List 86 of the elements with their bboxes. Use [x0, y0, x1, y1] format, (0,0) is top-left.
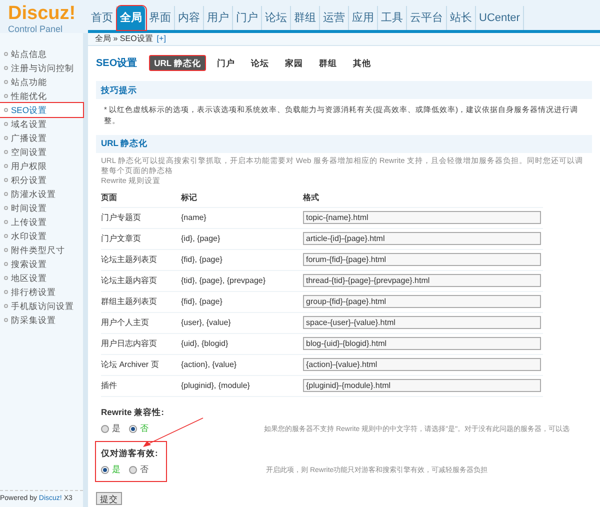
nav-tab[interactable]: 应用	[349, 6, 378, 30]
table-cell: {fid}, {page}	[181, 292, 303, 312]
table-cell: {fid}, {page}	[181, 250, 303, 270]
section-tab[interactable]: URL 静态化	[149, 54, 206, 72]
section-title: URL 静态化	[101, 137, 148, 150]
radio-button[interactable]	[129, 466, 137, 474]
add-link[interactable]: [+]	[156, 33, 166, 45]
nav-tab[interactable]: 界面	[146, 6, 175, 30]
nav-tab[interactable]: UCenter	[476, 6, 524, 30]
nav-tab[interactable]: 用户	[204, 6, 233, 30]
section-tab[interactable]: 论坛	[246, 54, 274, 72]
setting-label: 仅对游客有效:	[101, 447, 159, 460]
nav-tab[interactable]: 门户	[233, 6, 262, 30]
radio-button[interactable]	[129, 424, 137, 432]
format-input[interactable]: forum-{fid}-{page}.html	[303, 253, 541, 266]
format-input[interactable]: group-{fid}-{page}.html	[303, 295, 541, 308]
sidebar-item[interactable]: SEO设置	[0, 103, 83, 117]
column-header: 格式	[303, 188, 543, 208]
table-cell: 用户日志内容页	[101, 334, 181, 354]
nav-tab[interactable]: 内容	[175, 6, 204, 30]
setting-label: Rewrite 兼容性:	[101, 406, 164, 420]
sidebar-item[interactable]: 上传设置	[0, 215, 83, 229]
sidebar-item[interactable]: 站点功能	[0, 75, 83, 89]
sidebar-item[interactable]: 防采集设置	[0, 313, 83, 327]
section-tab[interactable]: 门户	[212, 54, 240, 72]
sidebar-item[interactable]: 搜索设置	[0, 257, 83, 271]
sidebar-item[interactable]: 站点信息	[0, 47, 83, 61]
sidebar-item[interactable]: 广播设置	[0, 131, 83, 145]
sidebar-item[interactable]: 用户权限	[0, 159, 83, 173]
format-input[interactable]: blog-{uid}-{blogid}.html	[303, 337, 541, 350]
submit-button[interactable]: 提交	[96, 492, 122, 506]
logo-subtitle: Control Panel	[8, 24, 64, 34]
table-cell: 门户文章页	[101, 228, 181, 250]
radio-button[interactable]	[101, 424, 109, 432]
format-input[interactable]: {action}-{value}.html	[303, 358, 541, 371]
nav-tab[interactable]: 运营	[320, 6, 349, 30]
sidebar-item[interactable]: 手机版访问设置	[0, 299, 83, 313]
table-cell: 门户专题页	[101, 208, 181, 228]
sidebar-item[interactable]: 域名设置	[0, 117, 83, 131]
table-cell: 论坛主题内容页	[101, 270, 181, 292]
table-cell: {name}	[181, 208, 303, 228]
table-cell: 论坛主题列表页	[101, 250, 181, 270]
sidebar-item[interactable]: 时间设置	[0, 201, 83, 215]
radio-label: 是	[112, 422, 121, 435]
sidebar-item[interactable]: 地区设置	[0, 271, 83, 285]
format-input[interactable]: topic-{name}.html	[303, 211, 541, 224]
radio-button[interactable]	[101, 466, 109, 474]
radio-label: 否	[140, 463, 149, 476]
radio-label: 是	[112, 463, 121, 476]
radio-label: 否	[140, 422, 149, 435]
format-input[interactable]: space-{user}-{value}.html	[303, 316, 541, 329]
table-cell: 插件	[101, 376, 181, 396]
breadcrumb: 全局 » SEO设置	[95, 33, 153, 45]
format-input[interactable]: article-{id}-{page}.html	[303, 232, 541, 245]
sidebar-item[interactable]: 积分设置	[0, 173, 83, 187]
section-tab[interactable]: 其他	[348, 54, 376, 72]
format-input[interactable]: thread-{tid}-{page}-{prevpage}.html	[303, 274, 541, 287]
section-tab[interactable]: 家园	[280, 54, 308, 72]
sidebar-item[interactable]: 注册与访问控制	[0, 61, 83, 75]
sidebar-item[interactable]: 水印设置	[0, 229, 83, 243]
table-cell: {pluginid}, {module}	[181, 376, 303, 396]
sidebar-item[interactable]: 附件类型尺寸	[0, 243, 83, 257]
nav-tab[interactable]: 云平台	[407, 6, 447, 30]
column-header: 标记	[181, 188, 303, 208]
table-cell: 群组主题列表页	[101, 292, 181, 312]
table-cell: {user}, {value}	[181, 312, 303, 334]
sidebar-item[interactable]: 排行榜设置	[0, 285, 83, 299]
logo-title: Discuz!	[8, 4, 77, 24]
section-tab[interactable]: 群组	[314, 54, 342, 72]
page-title: SEO设置	[96, 56, 138, 70]
column-header: 页面	[101, 188, 181, 208]
nav-tab[interactable]: 工具	[378, 6, 407, 30]
table-cell: {action}, {value}	[181, 354, 303, 376]
table-cell: 论坛 Archiver 页	[101, 354, 181, 376]
nav-tab[interactable]: 站长	[447, 6, 476, 30]
nav-tab[interactable]: 全局	[117, 6, 146, 30]
table-cell: {tid}, {page}, {prevpage}	[181, 270, 303, 292]
nav-tab[interactable]: 论坛	[262, 6, 291, 30]
table-cell: {uid}, {blogid}	[181, 334, 303, 354]
sidebar-item[interactable]: 防灌水设置	[0, 187, 83, 201]
sidebar-item[interactable]: 空间设置	[0, 145, 83, 159]
nav-tab[interactable]: 群组	[291, 6, 320, 30]
table-cell: 用户个人主页	[101, 312, 181, 334]
table-cell: {id}, {page}	[181, 228, 303, 250]
format-input[interactable]: {pluginid}-{module}.html	[303, 379, 541, 392]
tips-title: 技巧提示	[101, 84, 137, 96]
